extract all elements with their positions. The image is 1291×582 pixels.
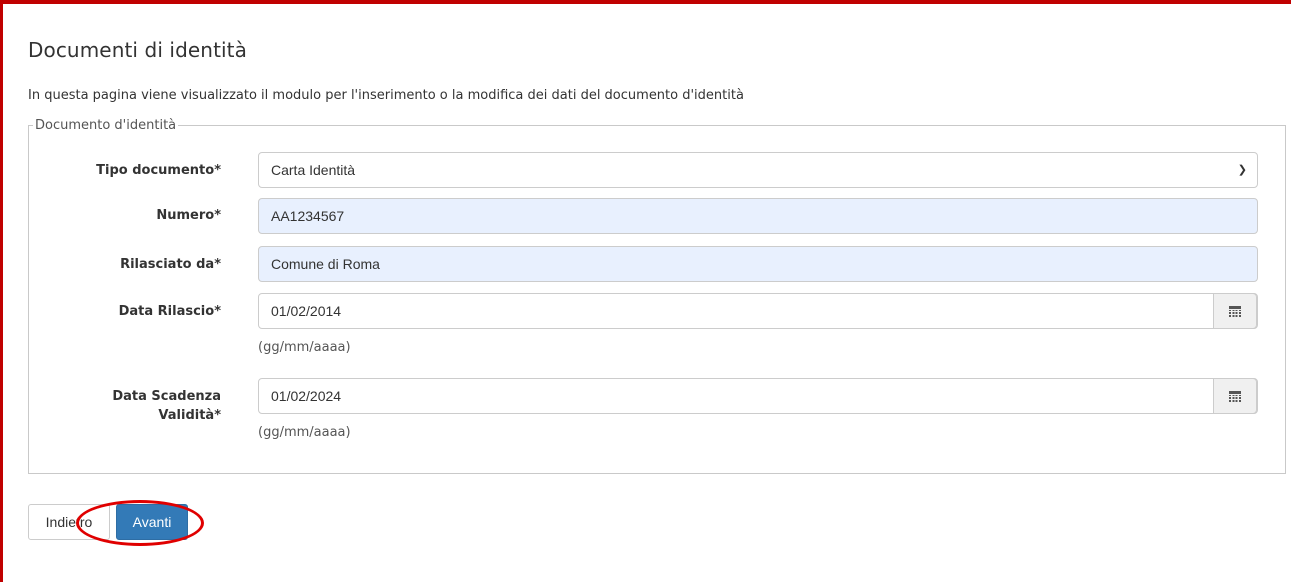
data-rilascio-hint: (gg/mm/aaaa) (258, 340, 351, 355)
data-rilascio-label: Data Rilascio* (118, 304, 221, 319)
tipo-documento-value: Carta Identità (271, 162, 356, 178)
back-button[interactable]: Indietro (28, 504, 110, 540)
next-button[interactable]: Avanti (116, 504, 188, 540)
data-rilascio-input[interactable]: 01/02/2014 (258, 293, 1258, 329)
calendar-icon (1229, 390, 1241, 402)
numero-label: Numero* (156, 208, 221, 223)
numero-input[interactable]: AA1234567 (258, 198, 1258, 234)
data-scadenza-hint: (gg/mm/aaaa) (258, 425, 351, 440)
data-scadenza-calendar-button[interactable] (1213, 378, 1257, 414)
tipo-documento-select[interactable]: Carta Identità ❯ (258, 152, 1258, 188)
frame-border-top (0, 0, 1291, 4)
rilasciato-da-label: Rilasciato da* (120, 257, 221, 272)
page-title: Documenti di identità (28, 38, 247, 62)
page-intro: In questa pagina viene visualizzato il m… (28, 88, 744, 103)
data-scadenza-label-line1: Data Scadenza (112, 389, 221, 404)
data-scadenza-label: Data Scadenza Validità* (21, 387, 221, 425)
data-scadenza-input[interactable]: 01/02/2024 (258, 378, 1258, 414)
tipo-documento-label: Tipo documento* (96, 163, 221, 178)
data-scadenza-value: 01/02/2024 (271, 388, 342, 404)
data-rilascio-value: 01/02/2014 (271, 303, 342, 319)
calendar-icon (1229, 305, 1241, 317)
chevron-down-icon: ❯ (1237, 164, 1247, 176)
data-rilascio-calendar-button[interactable] (1213, 293, 1257, 329)
rilasciato-da-input[interactable]: Comune di Roma (258, 246, 1258, 282)
frame-border-left (0, 0, 3, 582)
data-scadenza-label-line2: Validità* (158, 408, 221, 423)
fieldset-legend: Documento d'identità (35, 118, 177, 133)
